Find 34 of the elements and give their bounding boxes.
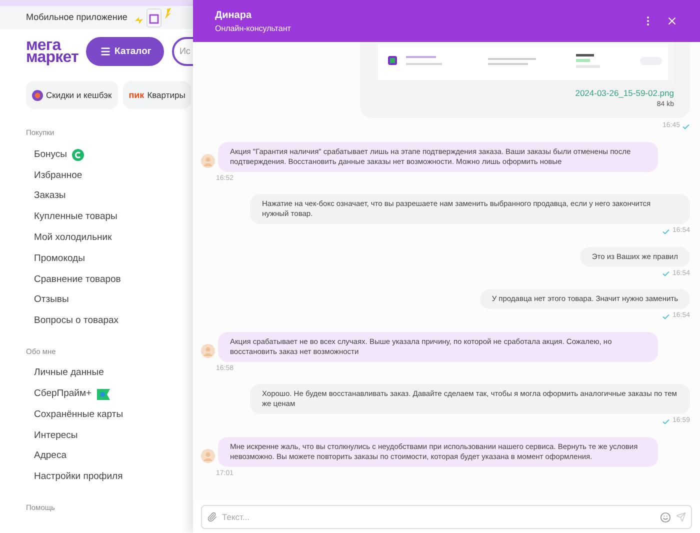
sidebar-item[interactable]: Заказы — [34, 189, 66, 204]
close-icon[interactable] — [666, 15, 678, 27]
sidebar-item[interactable]: Сохранённые карты — [34, 408, 124, 422]
sidebar-item[interactable]: Личные данные — [34, 366, 104, 380]
sidebar-item[interactable]: Мой холодильник — [34, 231, 112, 246]
sidebar-item[interactable]: СберПрайм+ — [34, 387, 92, 402]
sidebar-item[interactable]: Вопросы о товарах — [34, 314, 119, 328]
sidebar-item[interactable]: Промокоды — [34, 252, 85, 266]
sidebar-item[interactable]: Интересы — [34, 428, 78, 443]
catalog-button[interactable]: Каталог — [86, 37, 164, 66]
sidebar-item[interactable]: Адреса — [34, 449, 66, 464]
category-chip[interactable]: пик Квартиры — [122, 81, 192, 110]
brand-label: пик — [128, 88, 144, 102]
avatar-icon — [201, 154, 215, 168]
prime-icon — [96, 388, 110, 400]
sidebar-item[interactable]: Купленные товары — [34, 210, 118, 224]
agent-name: Динара — [215, 8, 253, 22]
bonus-icon — [72, 148, 84, 161]
sidebar-item[interactable]: Настройки профиля — [34, 470, 123, 484]
avatar-icon — [201, 448, 215, 463]
category-chip[interactable]: Скидки и кешбэк — [26, 81, 118, 110]
emoji-icon[interactable] — [660, 512, 671, 522]
sidebar-item[interactable]: Бонусы — [34, 148, 67, 162]
attach-icon[interactable] — [207, 512, 217, 522]
discount-icon — [32, 90, 43, 101]
sidebar-item[interactable]: Сравнение товаров — [34, 272, 121, 287]
avatar-icon — [201, 344, 215, 358]
sidebar-item[interactable]: Отзывы — [34, 293, 69, 308]
agent-role: Онлайн-консультант — [215, 22, 292, 34]
logo[interactable]: мега маркет — [26, 40, 78, 64]
menu-icon — [100, 46, 111, 58]
sidebar-item[interactable]: Избранное — [34, 168, 82, 183]
app-banner[interactable]: Мобильное приложение — [0, 6, 193, 30]
send-icon[interactable] — [676, 512, 686, 522]
